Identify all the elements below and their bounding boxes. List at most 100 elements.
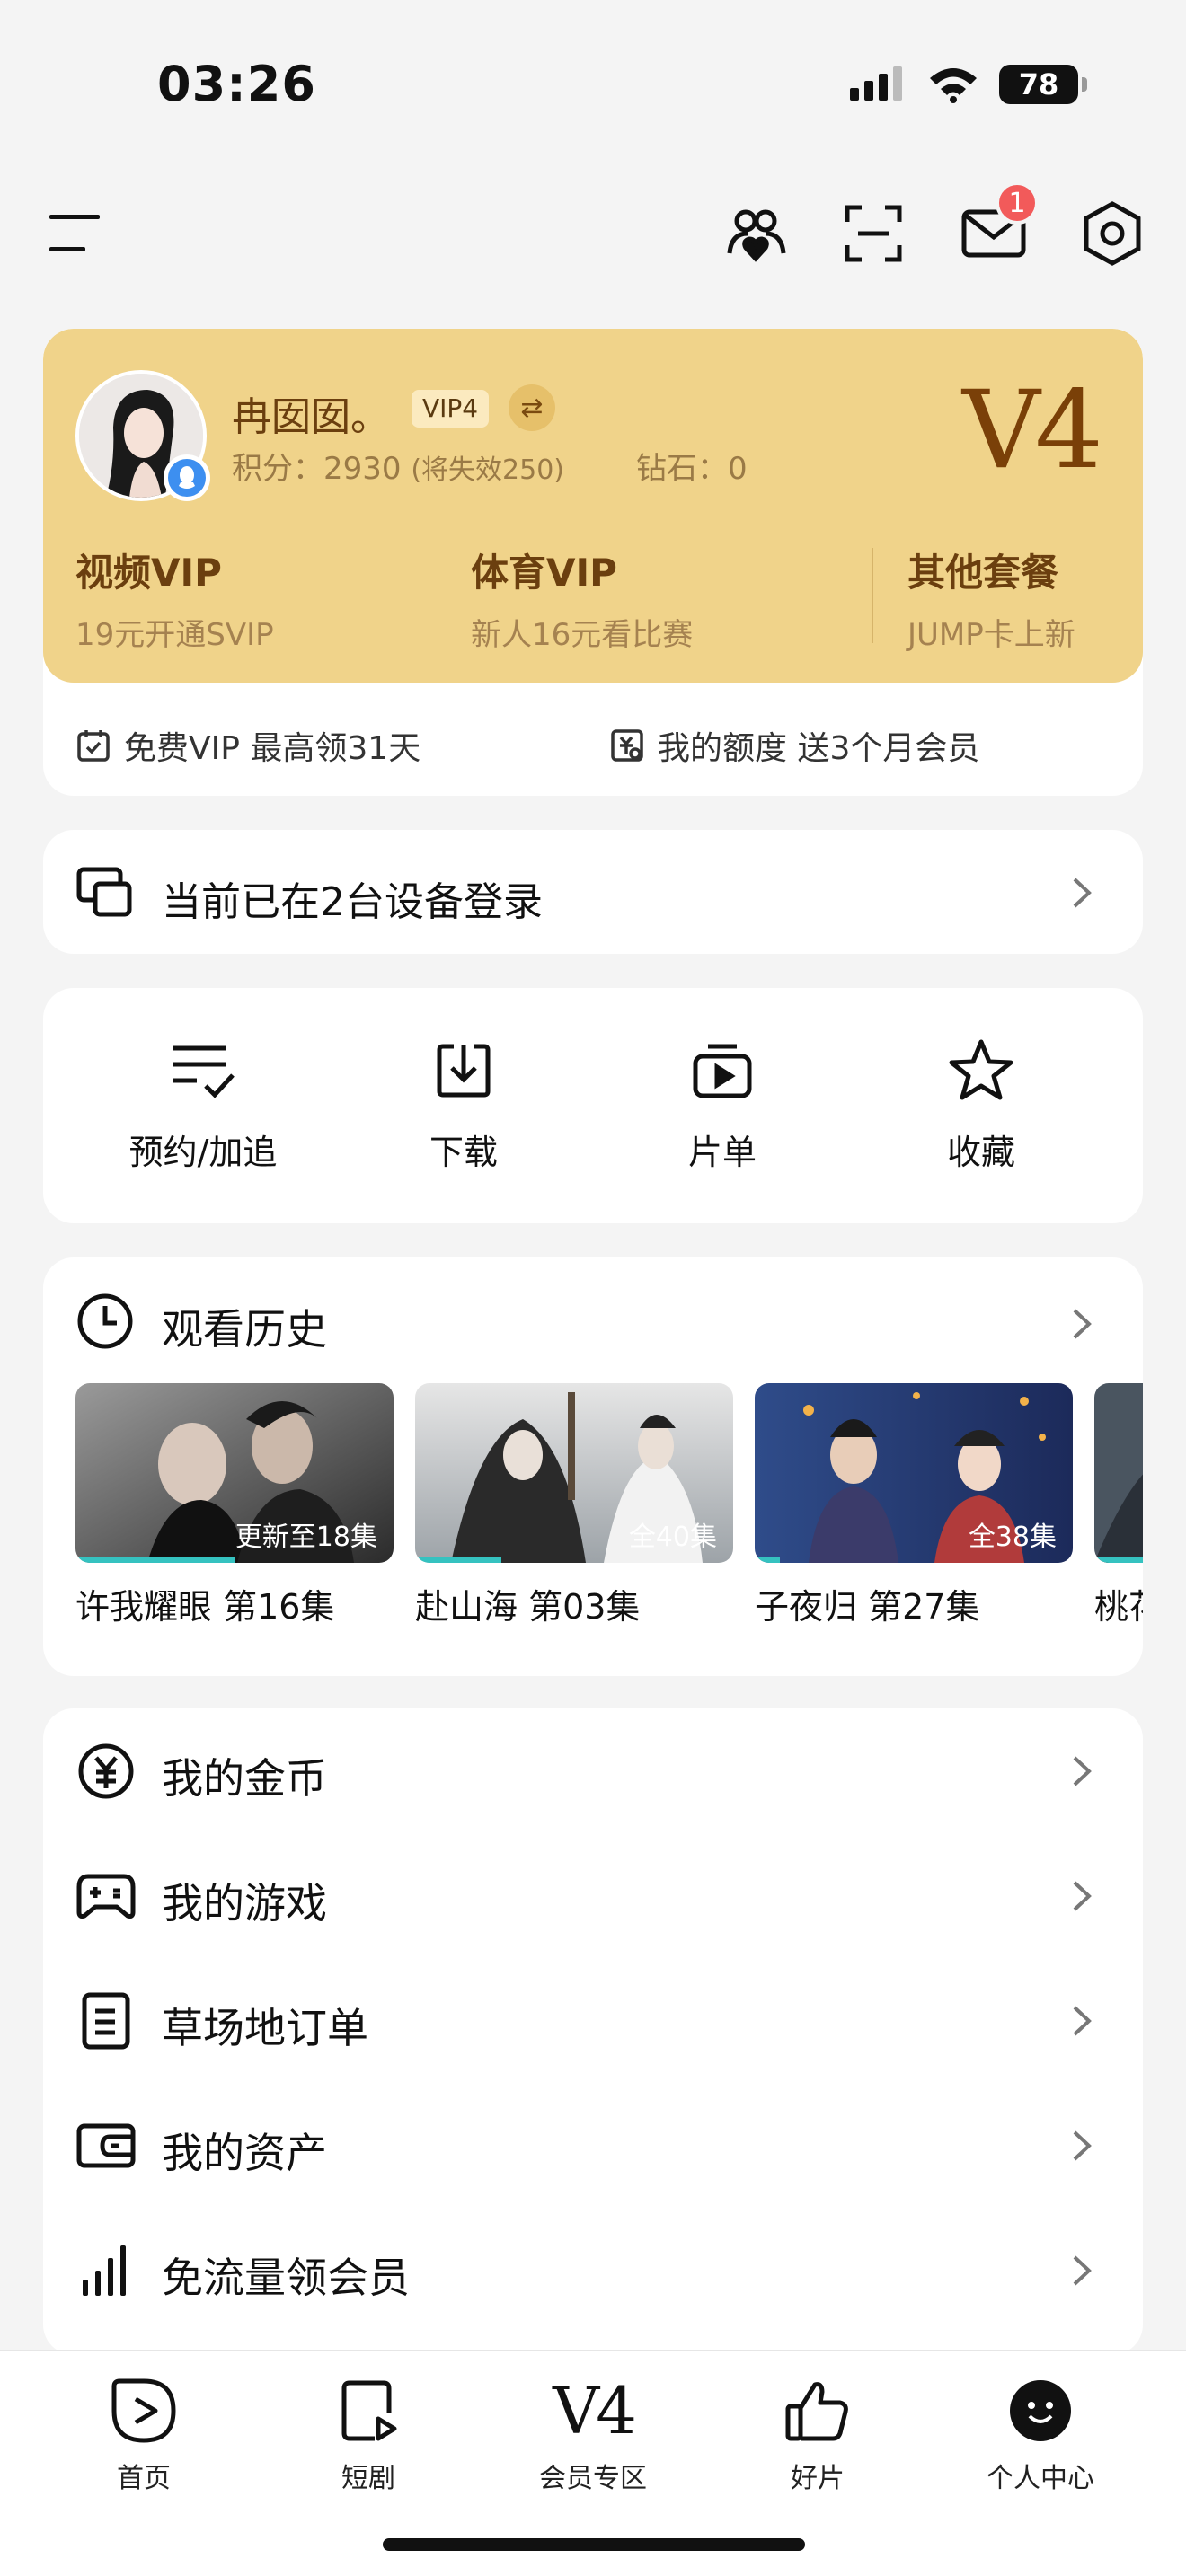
mail-icon[interactable]: 1 bbox=[958, 181, 1039, 269]
history-item-name: 许我耀眼 第16集 bbox=[75, 1587, 335, 1627]
reserve-action[interactable]: 预约/加追 bbox=[113, 1035, 293, 1174]
poster-image: 全40集 bbox=[415, 1383, 733, 1563]
order-icon bbox=[75, 1990, 137, 2051]
poster-image: 更新至18集 bbox=[75, 1383, 394, 1563]
status-bar: 03:26 78 bbox=[0, 0, 1186, 162]
video-vip-title: 视频VIP bbox=[75, 551, 222, 595]
watch-progress bbox=[755, 1557, 781, 1563]
menu-item-orders[interactable]: 草场地订单 bbox=[43, 1958, 1143, 2083]
vip-divider bbox=[872, 548, 873, 643]
favorites-action[interactable]: 收藏 bbox=[891, 1035, 1071, 1174]
nav-short-drama[interactable]: 短剧 bbox=[279, 2375, 458, 2495]
watch-progress bbox=[1094, 1557, 1143, 1563]
vip-level-chip: VIP4 bbox=[412, 390, 490, 428]
user-name: 冉囡囡。 bbox=[232, 394, 390, 440]
reserve-list-icon bbox=[167, 1035, 239, 1107]
menu-item-assets[interactable]: 我的资产 bbox=[43, 2083, 1143, 2208]
coin-icon bbox=[75, 1741, 137, 1802]
device-login-row[interactable]: 当前已在2台设备登录 bbox=[43, 830, 1143, 954]
history-item-name: 赴山海 第03集 bbox=[415, 1587, 641, 1627]
swap-icon[interactable]: ⇄ bbox=[509, 384, 555, 431]
history-chevron-icon[interactable] bbox=[1064, 1306, 1100, 1342]
vip-benefits: 免费VIP 最高领31天 我的额度 送3个月会员 bbox=[43, 683, 1143, 796]
points: 积分：2930 (将失效250) bbox=[232, 444, 564, 488]
sports-vip-sub: 新人16元看比赛 bbox=[471, 617, 694, 653]
history-title: 观看历史 bbox=[162, 1305, 327, 1354]
free-vip-link[interactable]: 免费VIP 最高领31天 bbox=[75, 722, 420, 769]
signal-bars-icon bbox=[75, 2240, 137, 2301]
watch-history: 观看历史 更新至18集 许我耀眼 第16集 全40集 赴山海 第03集 全38集… bbox=[43, 1257, 1143, 1676]
favorites-label: 收藏 bbox=[946, 1133, 1015, 1172]
scan-icon[interactable] bbox=[837, 198, 909, 269]
reserve-label: 预约/加追 bbox=[128, 1133, 278, 1172]
playlist-label: 片单 bbox=[687, 1133, 757, 1172]
history-list: 更新至18集 许我耀眼 第16集 全40集 赴山海 第03集 全38集 子夜归 … bbox=[75, 1383, 1143, 1628]
history-item[interactable]: 桃花 bbox=[1094, 1383, 1143, 1628]
quota-link[interactable]: 我的额度 送3个月会员 bbox=[609, 722, 979, 769]
menu-item-label: 草场地订单 bbox=[162, 2004, 368, 2052]
battery-indicator: 78 bbox=[999, 65, 1087, 104]
nav-good-films-label: 好片 bbox=[791, 2463, 845, 2494]
episode-caption: 更新至18集 bbox=[235, 1522, 377, 1553]
menu-item-label: 我的金币 bbox=[162, 1754, 327, 1803]
clock-icon bbox=[77, 1293, 133, 1349]
nav-profile-label: 个人中心 bbox=[987, 2463, 1094, 2494]
download-icon bbox=[428, 1035, 500, 1107]
chevron-right-icon bbox=[1064, 2128, 1100, 2164]
sports-vip-option[interactable]: 体育VIP 新人16元看比赛 bbox=[471, 543, 693, 654]
history-item[interactable]: 全38集 子夜归 第27集 bbox=[755, 1383, 1073, 1628]
history-item[interactable]: 全40集 赴山海 第03集 bbox=[415, 1383, 733, 1628]
nav-home[interactable]: 首页 bbox=[54, 2375, 234, 2495]
quota-text: 我的额度 送3个月会员 bbox=[658, 730, 980, 767]
device-login-text: 当前已在2台设备登录 bbox=[162, 879, 543, 925]
vip-card-top[interactable]: 冉囡囡。 VIP4 ⇄ 积分：2930 (将失效250) 钻石：0 V4 视频V… bbox=[43, 329, 1143, 683]
status-time: 03:26 bbox=[157, 56, 316, 112]
nav-vip-zone[interactable]: V4 会员专区 bbox=[503, 2375, 683, 2495]
history-item-name: 子夜归 第27集 bbox=[755, 1587, 980, 1627]
devices-icon bbox=[76, 867, 132, 917]
history-item-name: 桃花 bbox=[1094, 1587, 1143, 1627]
playlist-action[interactable]: 片单 bbox=[633, 1035, 812, 1174]
history-item[interactable]: 更新至18集 许我耀眼 第16集 bbox=[75, 1383, 394, 1628]
poster-image bbox=[1094, 1383, 1143, 1563]
free-vip-text: 免费VIP 最高领31天 bbox=[124, 730, 421, 767]
chevron-right-icon bbox=[1064, 1753, 1100, 1789]
nav-profile[interactable]: 个人中心 bbox=[951, 2375, 1130, 2495]
points-label: 积分：2930 bbox=[232, 451, 402, 487]
other-package-option[interactable]: 其他套餐 JUMP卡上新 bbox=[907, 543, 1075, 654]
thumbs-up-icon bbox=[782, 2375, 854, 2447]
wifi-icon bbox=[930, 68, 977, 103]
vip-level-mark: V4 bbox=[553, 2373, 637, 2448]
settings-icon[interactable] bbox=[1076, 198, 1148, 269]
mail-badge: 1 bbox=[996, 181, 1039, 225]
vip-level-mark: V4 bbox=[961, 368, 1103, 493]
quick-actions: 预约/加追 下载 片单 收藏 bbox=[43, 988, 1143, 1223]
friends-icon[interactable] bbox=[721, 198, 792, 269]
download-label: 下载 bbox=[429, 1133, 498, 1172]
other-package-sub: JUMP卡上新 bbox=[907, 617, 1075, 653]
menu-icon[interactable] bbox=[40, 198, 111, 269]
menu-item-label: 我的游戏 bbox=[162, 1879, 327, 1928]
video-vip-option[interactable]: 视频VIP 19元开通SVIP bbox=[75, 543, 274, 654]
vip-card: 冉囡囡。 VIP4 ⇄ 积分：2930 (将失效250) 钻石：0 V4 视频V… bbox=[43, 329, 1143, 796]
play-circle-icon bbox=[108, 2375, 180, 2447]
chevron-right-icon bbox=[1064, 2003, 1100, 2039]
menu-item-label: 我的资产 bbox=[162, 2129, 327, 2177]
menu-item-coins[interactable]: 我的金币 bbox=[43, 1708, 1143, 1833]
chevron-right-icon bbox=[1064, 2253, 1100, 2289]
sports-vip-title: 体育VIP bbox=[471, 551, 617, 595]
qq-badge-icon bbox=[164, 454, 210, 501]
nav-good-films[interactable]: 好片 bbox=[728, 2375, 907, 2495]
top-toolbar: 1 bbox=[0, 180, 1186, 287]
menu-item-free-data[interactable]: 免流量领会员 bbox=[43, 2208, 1143, 2333]
episode-caption: 全40集 bbox=[628, 1522, 717, 1553]
star-icon bbox=[945, 1035, 1017, 1107]
menu-item-games[interactable]: 我的游戏 bbox=[43, 1833, 1143, 1958]
diamond-count: 钻石：0 bbox=[636, 451, 748, 487]
video-vip-sub: 19元开通SVIP bbox=[75, 617, 274, 653]
watch-progress bbox=[75, 1557, 235, 1563]
nav-home-label: 首页 bbox=[117, 2463, 171, 2494]
download-action[interactable]: 下载 bbox=[374, 1035, 553, 1174]
cellular-signal-icon bbox=[850, 66, 902, 101]
quota-icon bbox=[611, 729, 643, 762]
